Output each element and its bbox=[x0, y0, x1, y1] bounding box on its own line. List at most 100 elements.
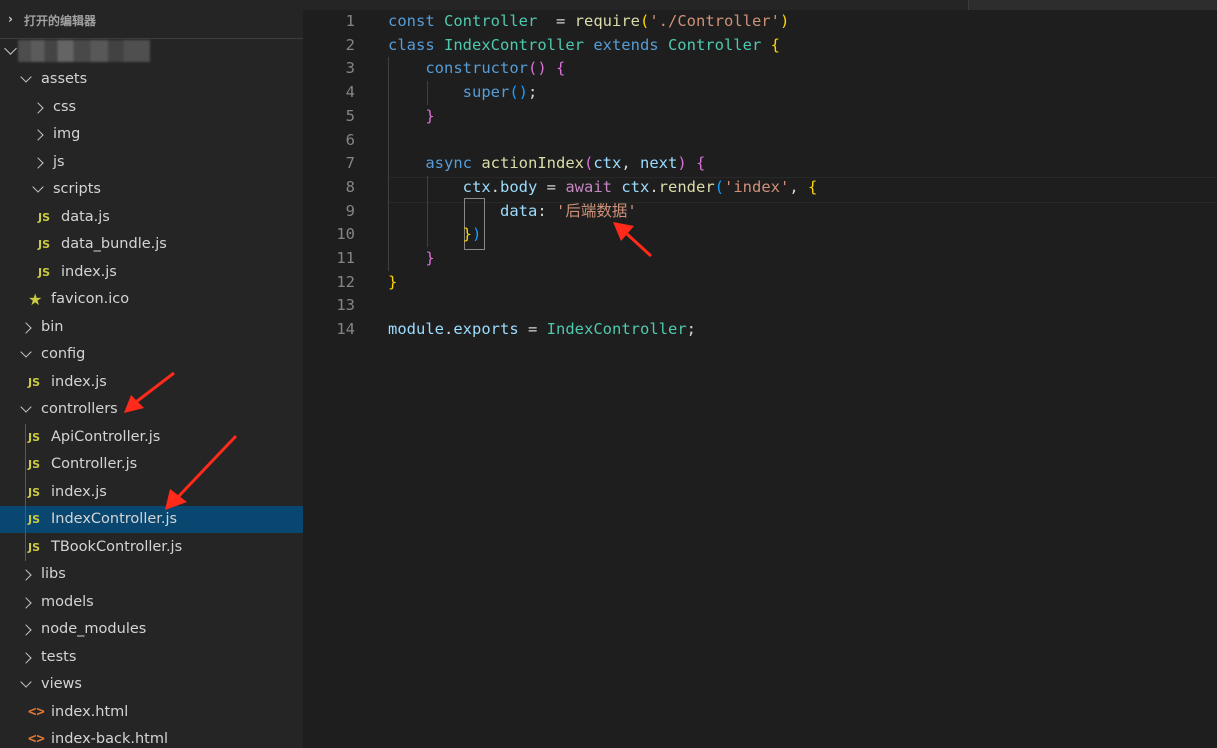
tree-folder[interactable]: bin bbox=[0, 314, 303, 341]
tree-file[interactable]: JS index.js bbox=[0, 479, 303, 506]
code-token: } bbox=[462, 225, 472, 244]
code-token: ) bbox=[472, 225, 482, 244]
tab-strip-right bbox=[969, 0, 1217, 10]
line-number: 7 bbox=[345, 154, 355, 173]
code-line[interactable]: }) bbox=[388, 222, 482, 246]
chevron-right-icon bbox=[32, 101, 44, 114]
tree-item-label: scripts bbox=[53, 181, 101, 197]
line-number: 8 bbox=[345, 177, 355, 196]
html-file-icon: <> bbox=[28, 731, 45, 747]
chevron-down-icon bbox=[20, 676, 32, 688]
tree-item-label: index.js bbox=[51, 373, 107, 390]
tree-folder[interactable]: tests bbox=[0, 644, 303, 671]
tree-file[interactable]: JS TBookController.js bbox=[0, 534, 303, 561]
code-line[interactable]: } bbox=[388, 270, 397, 294]
chevron-right-icon bbox=[20, 624, 32, 636]
chevron-down-icon bbox=[4, 42, 17, 55]
code-token: ) bbox=[677, 154, 687, 173]
tree-item-label: assets bbox=[41, 71, 88, 87]
tree-folder[interactable]: css bbox=[0, 94, 303, 121]
tree-file[interactable]: JS index.js bbox=[0, 259, 303, 286]
tree-file[interactable]: JS data.js bbox=[0, 204, 303, 231]
code-token: './Controller' bbox=[649, 12, 780, 30]
code-token: ( bbox=[583, 154, 594, 173]
code-token: Controller bbox=[444, 12, 538, 30]
code-line[interactable]: const Controller = require('./Controller… bbox=[388, 9, 789, 33]
code-token: require bbox=[574, 12, 640, 30]
tree-folder[interactable]: assets bbox=[0, 66, 303, 93]
tree-file[interactable]: JS ApiController.js bbox=[0, 424, 303, 451]
code-token: () { bbox=[527, 59, 566, 78]
code-line[interactable]: async actionIndex(ctx, next) { bbox=[388, 151, 705, 175]
open-editors-header[interactable]: › 打开的编辑器 bbox=[0, 10, 303, 28]
tree-folder[interactable]: libs bbox=[0, 561, 303, 588]
code-token: body bbox=[500, 177, 538, 196]
code-token: exports bbox=[453, 320, 519, 339]
tree-file[interactable]: JS IndexController.js bbox=[0, 506, 303, 533]
code-token: } bbox=[425, 106, 435, 125]
tree-item-label: img bbox=[53, 126, 81, 142]
tree-file[interactable]: <> index.html bbox=[0, 699, 303, 726]
code-token: ctx bbox=[462, 177, 491, 196]
line-number: 12 bbox=[336, 272, 355, 291]
open-editors-label: 打开的编辑器 bbox=[24, 14, 97, 28]
tree-item-label: js bbox=[53, 153, 65, 170]
tree-folder[interactable]: scripts bbox=[0, 176, 303, 203]
line-number: 10 bbox=[336, 225, 355, 244]
tree-folder[interactable]: controllers bbox=[0, 396, 303, 423]
javascript-file-icon: JS bbox=[28, 540, 41, 554]
code-token: next bbox=[640, 154, 678, 173]
code-token: module bbox=[388, 320, 444, 339]
tree-item-label: views bbox=[41, 676, 82, 692]
code-token: constructor bbox=[425, 59, 528, 78]
project-root-folder[interactable] bbox=[0, 40, 303, 64]
code-line[interactable]: super(); bbox=[388, 80, 538, 104]
chevron-right-icon bbox=[20, 596, 32, 609]
code-token: . bbox=[649, 177, 659, 196]
code-token: ctx bbox=[593, 154, 622, 173]
tree-file[interactable]: JS Controller.js bbox=[0, 451, 303, 478]
code-editor[interactable]: 1 2 3 4 5 6 7 8 9 10 11 12 13 14 const Controller = re… bbox=[303, 0, 1217, 748]
code-token: , bbox=[789, 177, 809, 196]
code-token: async bbox=[425, 154, 482, 173]
line-number: 9 bbox=[345, 201, 355, 220]
redacted-project-name bbox=[18, 40, 150, 62]
code-line[interactable]: class IndexController extends Controller… bbox=[388, 33, 780, 57]
line-number: 13 bbox=[336, 296, 355, 315]
code-token: extends bbox=[593, 35, 668, 54]
code-line[interactable]: module.exports = IndexController; bbox=[388, 317, 696, 341]
tree-folder[interactable]: node_modules bbox=[0, 616, 303, 643]
code-line[interactable]: ctx.body = await ctx.render('index', { bbox=[388, 175, 818, 199]
tree-folder[interactable]: js bbox=[0, 149, 303, 176]
code-line[interactable]: } bbox=[388, 104, 435, 128]
tree-folder[interactable]: img bbox=[0, 121, 303, 148]
tree-folder[interactable]: models bbox=[0, 589, 303, 616]
line-number: 5 bbox=[345, 106, 355, 125]
tree-item-label: data.js bbox=[61, 208, 110, 225]
code-token: ( bbox=[639, 12, 650, 30]
tree-file[interactable]: <> index-back.html bbox=[0, 726, 303, 748]
tree-item-label: libs bbox=[41, 566, 66, 582]
tree-file[interactable]: JS data_bundle.js bbox=[0, 231, 303, 258]
tree-folder[interactable]: config bbox=[0, 341, 303, 368]
chevron-right-icon bbox=[32, 129, 44, 141]
chevron-down-icon bbox=[20, 401, 32, 413]
tree-file[interactable]: ★ favicon.ico bbox=[0, 286, 303, 313]
code-line[interactable]: constructor() { bbox=[388, 56, 565, 80]
code-token: { bbox=[808, 177, 818, 196]
tree-folder[interactable]: views bbox=[0, 671, 303, 698]
code-line[interactable]: data: '后端数据' bbox=[388, 199, 637, 223]
code-token: = bbox=[518, 320, 547, 339]
tree-item-label: ApiController.js bbox=[51, 428, 161, 445]
javascript-file-icon: JS bbox=[28, 458, 41, 471]
code-token: actionIndex bbox=[481, 154, 584, 173]
line-number: 2 bbox=[345, 35, 355, 54]
line-number: 6 bbox=[345, 130, 355, 149]
tree-file[interactable]: JS index.js bbox=[0, 369, 303, 396]
code-line[interactable]: } bbox=[388, 246, 434, 270]
